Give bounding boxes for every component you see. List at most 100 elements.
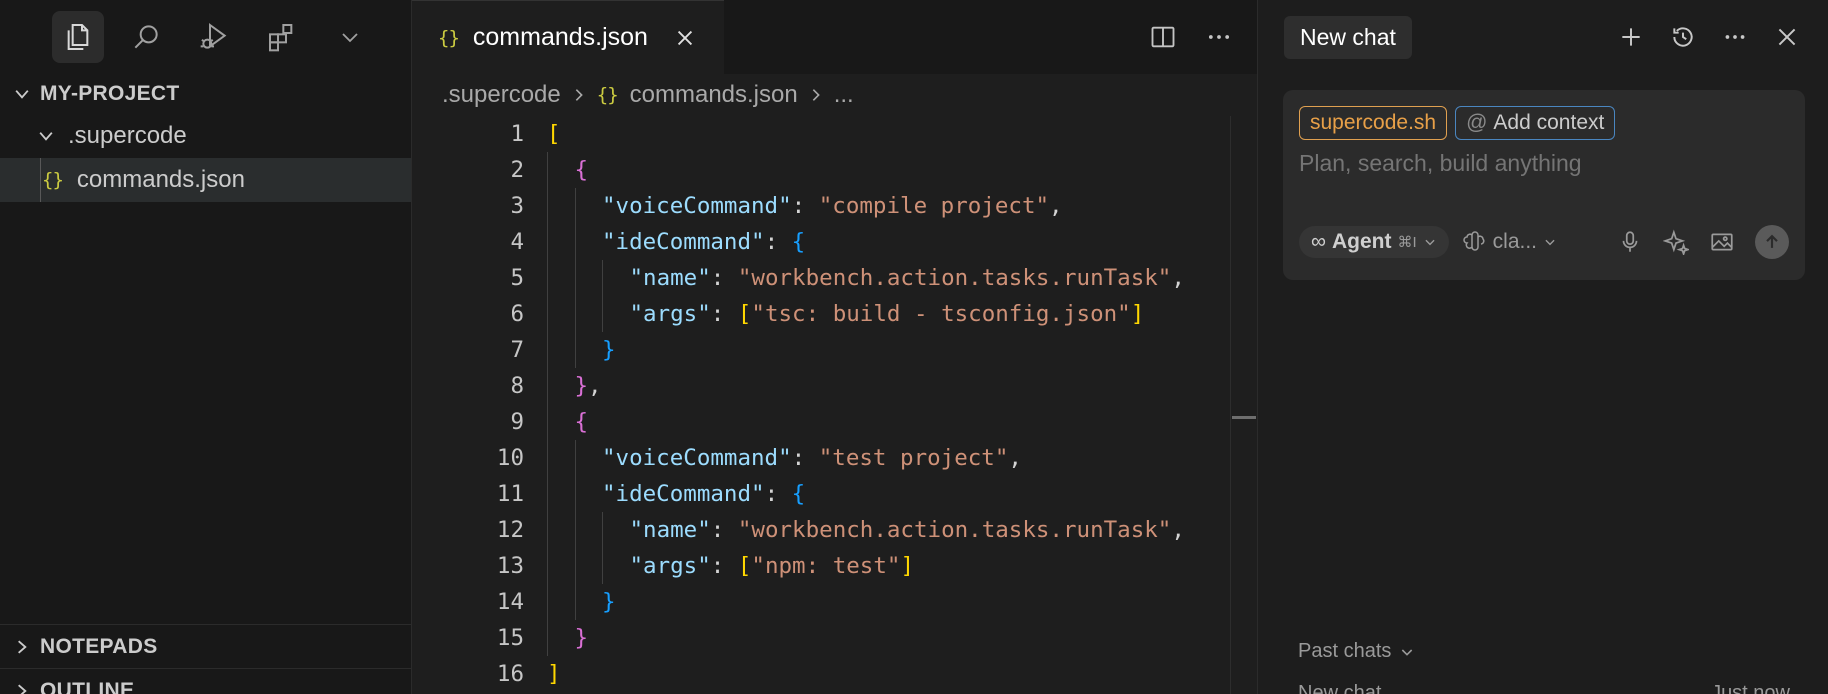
chevron-right-icon	[575, 89, 583, 101]
code-line[interactable]: 15}	[412, 620, 1230, 656]
indent-guide	[574, 224, 576, 260]
code-token: "name"	[629, 265, 711, 291]
code-line[interactable]: 14}	[412, 584, 1230, 620]
code-token: {	[791, 481, 806, 507]
activity-bar	[0, 0, 411, 74]
agent-mode-selector[interactable]: ∞ Agent ⌘I	[1299, 226, 1449, 258]
chat-input[interactable]	[1299, 150, 1789, 177]
close-icon[interactable]	[1774, 24, 1800, 50]
code-text: "name": "workbench.action.tasks.runTask"…	[630, 517, 1185, 543]
code-token: {	[574, 157, 589, 183]
search-icon	[134, 25, 158, 49]
indent-guide	[574, 188, 576, 224]
code-line[interactable]: 13 "args": ["npm: test"]	[412, 548, 1230, 584]
add-context-button[interactable]: @ Add context	[1455, 106, 1616, 140]
line-number: 6	[510, 301, 524, 327]
breadcrumb-tail[interactable]: ...	[834, 81, 854, 109]
microphone-icon[interactable]	[1617, 229, 1643, 255]
more-views-button[interactable]	[324, 11, 376, 63]
code-line[interactable]: 12 "name": "workbench.action.tasks.runTas…	[412, 512, 1230, 548]
explorer-button[interactable]	[52, 11, 104, 63]
context-chip-supercode[interactable]: supercode.sh	[1299, 106, 1448, 140]
outline-section-header[interactable]: OUTLINE	[0, 668, 412, 694]
json-file-icon: {}	[438, 26, 460, 49]
code-token: [	[737, 301, 752, 327]
indent-guide	[547, 224, 548, 260]
code-line[interactable]: 9{	[412, 404, 1230, 440]
indent-guide	[547, 368, 548, 404]
code-line[interactable]: 6 "args": ["tsc: build - tsconfig.json"]	[412, 296, 1230, 332]
chevron-right-icon	[18, 639, 27, 654]
line-number: 12	[496, 517, 524, 543]
past-chat-title: New chat	[1298, 682, 1382, 694]
project-section-header[interactable]: MY-PROJECT	[0, 74, 411, 114]
tree-file-commands-json[interactable]: {} commands.json	[0, 158, 411, 202]
breadcrumb-folder[interactable]: .supercode	[442, 81, 561, 109]
code-line[interactable]: 16]	[412, 656, 1230, 692]
code-line[interactable]: 7}	[412, 332, 1230, 368]
code-line[interactable]: 11 "ideCommand": {	[412, 476, 1230, 512]
split-editor-icon[interactable]	[1149, 23, 1177, 51]
code-line[interactable]: 5 "name": "workbench.action.tasks.runTask…	[412, 260, 1230, 296]
extensions-button[interactable]	[256, 11, 308, 63]
line-number: 16	[496, 661, 524, 687]
indent-guide	[602, 296, 603, 332]
code-line[interactable]: 4 "ideCommand": {	[412, 224, 1230, 260]
code-line[interactable]: 3 "voiceCommand": "compile project",	[412, 188, 1230, 224]
search-button[interactable]	[120, 11, 172, 63]
more-icon[interactable]	[1722, 24, 1748, 50]
composer-icon-group	[1617, 225, 1789, 259]
code-token: ,	[1171, 265, 1185, 291]
code-token: "voiceCommand"	[602, 193, 792, 219]
chat-title-tab[interactable]: New chat	[1284, 15, 1412, 59]
chat-panel: New chat supercode.sh @ Add context ∞	[1257, 0, 1828, 694]
model-selector[interactable]: cla...	[1462, 230, 1557, 254]
minimap[interactable]	[1230, 116, 1257, 694]
editor: {} commands.json .supercode {} commands.…	[412, 0, 1257, 694]
code-token: ,	[588, 373, 602, 399]
at-icon: @	[1466, 111, 1488, 134]
line-number: 7	[510, 337, 524, 363]
run-debug-button[interactable]	[188, 11, 240, 63]
indent-guide	[602, 548, 603, 584]
add-context-label: Add context	[1493, 111, 1605, 134]
sparkle-icon[interactable]	[1663, 229, 1689, 255]
notepads-section-header[interactable]: NOTEPADS	[0, 624, 412, 668]
past-chat-item[interactable]: New chat Just now	[1298, 682, 1790, 694]
code-line[interactable]: 2{	[412, 152, 1230, 188]
chevron-down-icon	[15, 90, 29, 99]
code-token: :	[764, 229, 792, 255]
send-button[interactable]	[1755, 225, 1789, 259]
past-chat-time: Just now	[1711, 682, 1790, 694]
code-token: {	[791, 229, 806, 255]
code-token: }	[602, 589, 616, 615]
code-area[interactable]: 1[2{3 "voiceCommand": "compile project", 4…	[412, 116, 1230, 692]
breadcrumb-file[interactable]: commands.json	[630, 81, 798, 109]
extensions-icon	[269, 24, 293, 52]
history-icon[interactable]	[1670, 24, 1696, 50]
code-token: "args"	[629, 553, 711, 579]
more-icon[interactable]	[1205, 23, 1233, 51]
outline-title: OUTLINE	[40, 678, 135, 694]
close-icon[interactable]	[674, 27, 696, 49]
image-icon[interactable]	[1709, 229, 1735, 255]
code-token: {	[574, 409, 589, 435]
code-text: "voiceCommand": "compile project",	[602, 193, 1063, 219]
code-line[interactable]: 8},	[412, 368, 1230, 404]
infinity-icon: ∞	[1311, 230, 1326, 253]
code-token: ]	[547, 661, 561, 687]
run-debug-icon	[200, 23, 227, 49]
past-chats-toggle[interactable]: Past chats	[1298, 640, 1415, 663]
tree-folder-supercode[interactable]: .supercode	[0, 114, 411, 158]
code-line[interactable]: 10 "voiceCommand": "test project",	[412, 440, 1230, 476]
tab-commands-json[interactable]: {} commands.json	[412, 0, 724, 74]
plus-icon[interactable]	[1618, 24, 1644, 50]
scrollbar-thumb[interactable]	[1232, 416, 1256, 419]
code-text: "args": ["tsc: build - tsconfig.json"]	[630, 301, 1145, 327]
past-chats-label: Past chats	[1298, 640, 1392, 662]
code-token: "tsc: build - tsconfig.json"	[751, 301, 1131, 327]
editor-actions	[1149, 0, 1257, 74]
code-token: "test project"	[818, 445, 1009, 471]
code-text: ]	[547, 661, 561, 687]
code-line[interactable]: 1[	[412, 116, 1230, 152]
